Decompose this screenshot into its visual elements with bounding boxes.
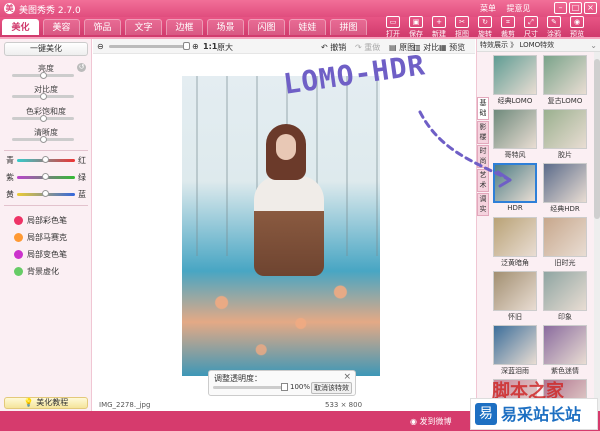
annotation-arrow	[418, 110, 512, 188]
watermark-badge: 易	[475, 403, 497, 425]
watermark-logo: 易 易采站长站	[470, 398, 598, 430]
watermark-site: 易采站长站	[501, 405, 582, 424]
